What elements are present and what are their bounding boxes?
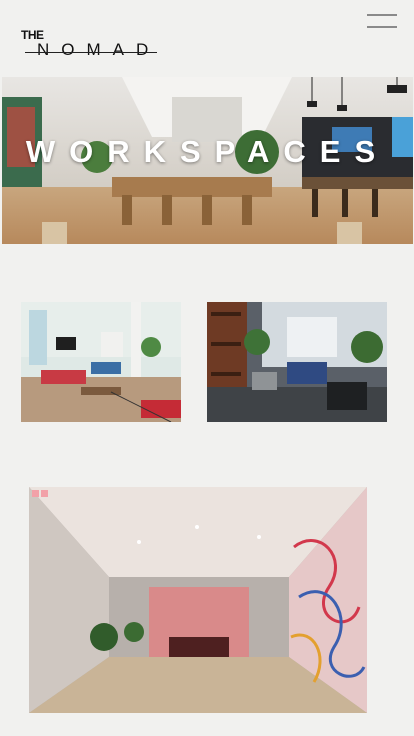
hamburger-menu-icon[interactable]	[365, 12, 399, 32]
workspace-photo-corridor[interactable]	[29, 487, 367, 713]
hero-image: WORKSPACES	[2, 77, 413, 244]
logo-name: NOMAD	[37, 40, 161, 59]
workspace-photo-lounge[interactable]	[21, 302, 181, 422]
hero-title: WORKSPACES	[25, 134, 390, 169]
logo-divider	[25, 52, 157, 53]
site-logo[interactable]: THE NOMAD	[21, 28, 161, 62]
workspace-photo-library[interactable]	[207, 302, 387, 422]
